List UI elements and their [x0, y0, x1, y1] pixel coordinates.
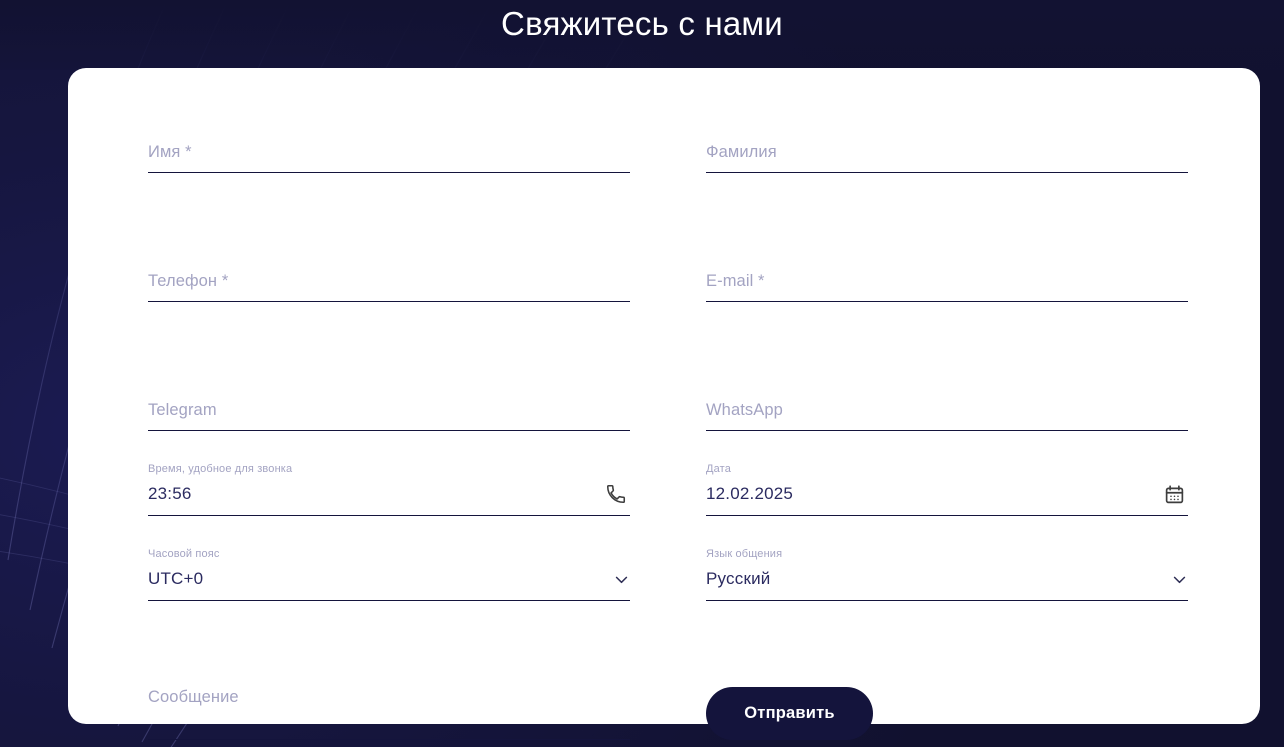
- language-select[interactable]: Язык общения Русский: [706, 545, 1188, 601]
- date-label: Дата: [706, 463, 731, 475]
- first-name-field[interactable]: Имя *: [148, 130, 630, 173]
- form-col-left: Телефон *: [148, 259, 630, 302]
- message-field[interactable]: Сообщение: [148, 678, 630, 740]
- submit-button[interactable]: Отправить: [706, 687, 873, 740]
- row-spacer: [148, 173, 1188, 259]
- email-placeholder: E-mail *: [706, 272, 765, 290]
- form-row-schedule: Время, удобное для звонка 23:56 Дата 12.…: [148, 460, 1188, 516]
- date-field[interactable]: Дата 12.02.2025: [706, 460, 1188, 516]
- contact-form-card: Имя * Фамилия Телефон * E-mail * Telegra…: [68, 68, 1260, 740]
- row-spacer: [148, 516, 1188, 545]
- first-name-placeholder: Имя *: [148, 143, 192, 161]
- timezone-select[interactable]: Часовой пояс UTC+0: [148, 545, 630, 601]
- chevron-down-icon[interactable]: [1170, 570, 1188, 588]
- phone-placeholder: Телефон *: [148, 272, 229, 290]
- form-col-right: Фамилия: [706, 130, 1188, 173]
- calendar-icon[interactable]: [1162, 482, 1186, 506]
- row-spacer: [148, 302, 1188, 388]
- whatsapp-field[interactable]: WhatsApp: [706, 388, 1188, 431]
- form-row-message-submit: Сообщение Отправить: [148, 678, 1188, 740]
- form-row-preferences: Часовой пояс UTC+0 Язык общения Русский: [148, 545, 1188, 601]
- form-col-right: Язык общения Русский: [706, 545, 1188, 601]
- phone-icon[interactable]: [604, 482, 628, 506]
- last-name-field[interactable]: Фамилия: [706, 130, 1188, 173]
- telegram-placeholder: Telegram: [148, 401, 217, 419]
- whatsapp-placeholder: WhatsApp: [706, 401, 783, 419]
- timezone-label: Часовой пояс: [148, 548, 220, 560]
- chevron-down-icon[interactable]: [612, 570, 630, 588]
- phone-field[interactable]: Телефон *: [148, 259, 630, 302]
- timezone-value: UTC+0: [148, 569, 204, 588]
- form-col-left: Имя *: [148, 130, 630, 173]
- call-time-value: 23:56: [148, 484, 192, 503]
- email-field[interactable]: E-mail *: [706, 259, 1188, 302]
- submit-button-wrap: Отправить: [706, 687, 1188, 740]
- contact-form: Имя * Фамилия Телефон * E-mail * Telegra…: [148, 130, 1188, 740]
- date-value: 12.02.2025: [706, 484, 794, 503]
- form-col-left: Telegram: [148, 388, 630, 431]
- form-row-messengers: Telegram WhatsApp: [148, 388, 1188, 431]
- call-time-field[interactable]: Время, удобное для звонка 23:56: [148, 460, 630, 516]
- form-row-contact: Телефон * E-mail *: [148, 259, 1188, 302]
- language-label: Язык общения: [706, 548, 783, 560]
- last-name-placeholder: Фамилия: [706, 143, 777, 161]
- message-placeholder: Сообщение: [148, 688, 239, 706]
- form-col-right: E-mail *: [706, 259, 1188, 302]
- call-time-label: Время, удобное для звонка: [148, 463, 293, 475]
- language-value: Русский: [706, 569, 771, 588]
- form-col-left: Часовой пояс UTC+0: [148, 545, 630, 601]
- telegram-field[interactable]: Telegram: [148, 388, 630, 431]
- form-col-left: Время, удобное для звонка 23:56: [148, 460, 630, 516]
- form-col-right: Дата 12.02.2025: [706, 460, 1188, 516]
- form-row-name: Имя * Фамилия: [148, 130, 1188, 173]
- row-spacer: [148, 431, 1188, 460]
- form-col-right: WhatsApp: [706, 388, 1188, 431]
- page-title: Свяжитесь с нами: [501, 5, 783, 42]
